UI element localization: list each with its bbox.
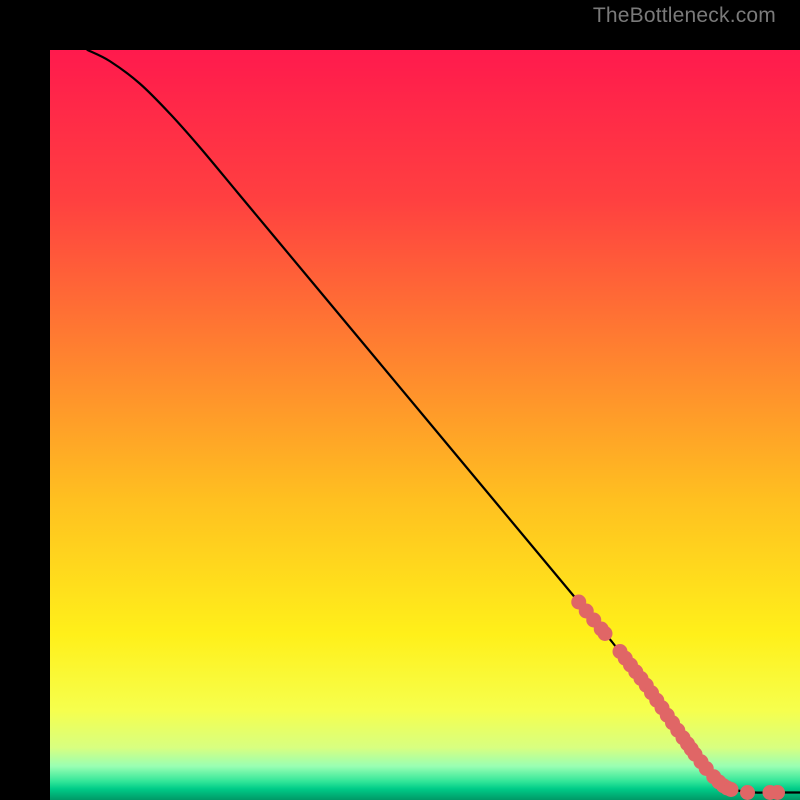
highlight-point — [598, 626, 613, 641]
highlight-point — [724, 782, 739, 797]
highlight-point — [770, 785, 785, 800]
highlight-point — [740, 785, 755, 800]
watermark-text: TheBottleneck.com — [593, 4, 776, 28]
chart-svg — [50, 50, 800, 800]
gradient-background — [50, 50, 800, 800]
chart-frame — [25, 25, 775, 775]
